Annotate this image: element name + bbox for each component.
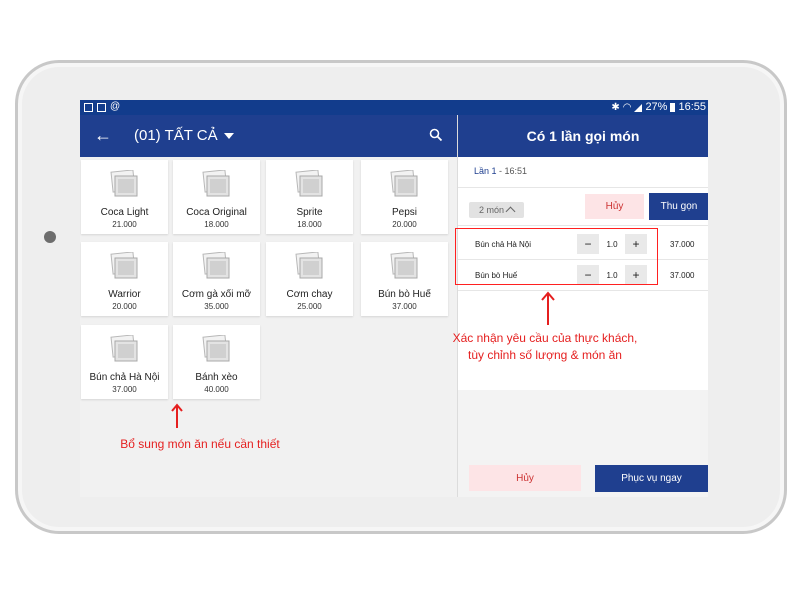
menu-item-price: 35.000 [204,302,229,311]
battery-percent: 27% [645,101,668,113]
menu-header: ← (01) TẤT CẢ [80,115,457,157]
image-placeholder-icon [110,252,138,279]
at-icon: @ [110,101,121,112]
clock: 16:55 [678,101,706,113]
order-item-price: 37.000 [670,271,695,280]
image-placeholder-icon [110,335,138,362]
divider [458,290,708,291]
order-title: Có 1 lần gọi món [526,128,640,144]
search-icon[interactable] [429,128,443,142]
order-panel: Lần 1 - 16:51 2 món Hủy Thu gọn Bún chả … [458,157,708,497]
menu-item-price: 18.000 [204,220,229,229]
bluetooth-icon: ✱ [611,102,620,113]
menu-item-card[interactable]: Cơm chay 25.000 [266,242,353,316]
menu-item-name: Cơm chay [286,289,333,300]
annotation-right-line1: Xác nhận yêu cầu của thực khách, [452,331,638,345]
menu-item-name: Coca Original [186,207,247,218]
arrow-up-icon [171,403,183,428]
order-round: Lần 1 - 16:51 [474,166,527,176]
menu-item-name: Bún bò Huế [378,289,431,300]
image-icon [84,102,93,112]
tablet-camera [44,231,56,243]
menu-item-card[interactable]: Cơm gà xối mỡ 35.000 [173,242,260,316]
signal-icon [634,103,643,112]
menu-item-card[interactable]: Coca Original 18.000 [173,160,260,234]
image-placeholder-icon [202,170,230,197]
wifi-icon: ◠ [622,102,632,113]
image-placeholder-icon [390,252,418,279]
menu-item-name: Cơm gà xối mỡ [181,289,252,300]
order-header: Có 1 lần gọi món [458,115,708,157]
battery-icon [670,103,676,112]
image-placeholder-icon [110,170,138,197]
status-bar: @ ✱ ◠ 27% 16:55 [80,100,708,115]
gallery-icon [97,102,106,112]
category-dropdown[interactable]: (01) TẤT CẢ [134,127,234,145]
menu-item-name: Pepsi [391,207,417,218]
round-label: Lần 1 [474,166,497,176]
items-count-toggle[interactable]: 2 món [469,202,524,218]
menu-item-price: 18.000 [297,220,322,229]
serve-now-button[interactable]: Phục vụ ngay [595,465,708,492]
menu-item-name: Coca Light [100,207,149,218]
menu-item-name: Bún chả Hà Nội [89,372,160,383]
menu-item-price: 37.000 [392,302,417,311]
annotation-right: Xác nhận yêu cầu của thực khách, tùy chỉ… [420,330,670,364]
menu-item-name: Warrior [108,289,141,300]
order-item-price: 37.000 [670,240,695,249]
menu-item-price: 40.000 [204,385,229,394]
cancel-round-button[interactable]: Hủy [585,194,644,219]
menu-item-card[interactable]: Bánh xèo 40.000 [173,325,260,399]
menu-item-price: 37.000 [112,385,137,394]
menu-item-price: 25.000 [297,302,322,311]
menu-item-card[interactable]: Sprite 18.000 [266,160,353,234]
items-count: 2 món [478,205,504,215]
round-time: - 16:51 [496,166,528,176]
divider [458,187,708,188]
arrow-left-icon[interactable]: ← [94,125,112,145]
highlight-box [455,228,658,285]
cancel-button[interactable]: Hủy [469,465,581,491]
menu-item-card[interactable]: Warrior 20.000 [81,242,168,316]
chevron-up-icon [505,206,516,217]
image-placeholder-icon [390,170,418,197]
menu-item-price: 20.000 [112,302,137,311]
divider [458,225,708,226]
menu-item-card[interactable]: Bún bò Huế 37.000 [361,242,448,316]
arrow-up-icon [541,291,555,325]
image-placeholder-icon [202,252,230,279]
image-placeholder-icon [202,335,230,362]
annotation-right-line2: tùy chỉnh số lượng & món ăn [468,348,622,362]
image-placeholder-icon [295,170,323,197]
annotation-left: Bổ sung món ăn nếu cần thiết [120,437,280,451]
menu-item-card[interactable]: Coca Light 21.000 [81,160,168,234]
caret-down-icon [223,133,234,139]
image-placeholder-icon [295,252,323,279]
menu-item-name: Bánh xèo [195,372,238,383]
category-label: (01) TẤT CẢ [134,127,218,144]
menu-item-name: Sprite [296,207,323,218]
collapse-button[interactable]: Thu gọn [649,193,708,220]
menu-item-price: 20.000 [392,220,417,229]
menu-item-price: 21.000 [112,220,137,229]
menu-item-card[interactable]: Pepsi 20.000 [361,160,448,234]
menu-item-card[interactable]: Bún chả Hà Nội 37.000 [81,325,168,399]
